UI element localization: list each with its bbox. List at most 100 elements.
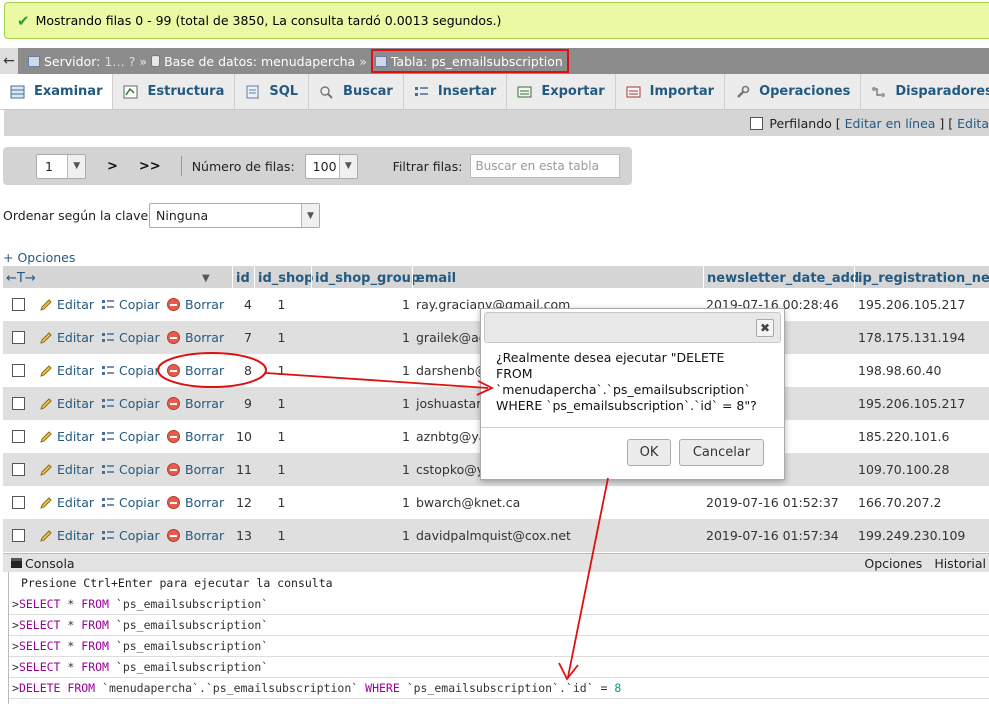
edit-action[interactable]: Editar xyxy=(39,387,94,420)
edit-action[interactable]: Editar xyxy=(39,519,94,552)
cell-id-shop-group[interactable]: 1 xyxy=(311,486,410,519)
cell-id-shop[interactable]: 1 xyxy=(254,321,309,354)
cell-id-shop[interactable]: 1 xyxy=(254,387,309,420)
filter-input[interactable]: Buscar en esta tabla xyxy=(470,154,621,178)
row-checkbox[interactable] xyxy=(12,331,25,344)
close-icon[interactable]: ✖ xyxy=(756,319,774,337)
header-ip-registration[interactable]: ip_registration_news xyxy=(854,266,989,290)
cell-id[interactable]: 13 xyxy=(232,519,252,552)
cell-ip[interactable]: 185.220.101.6 xyxy=(858,420,988,453)
back-arrow-icon[interactable]: ← xyxy=(0,48,18,74)
tab-insertar[interactable]: Insertar xyxy=(404,74,508,109)
delete-action[interactable]: Borrar xyxy=(167,321,224,354)
cell-id-shop-group[interactable]: 1 xyxy=(311,420,410,453)
profiling-checkbox[interactable] xyxy=(750,116,764,130)
next-page-button[interactable]: > xyxy=(107,159,118,174)
console-body[interactable]: Presione Ctrl+Enter para ejecutar la con… xyxy=(8,572,989,704)
cell-id[interactable]: 11 xyxy=(232,453,252,486)
cell-email[interactable]: davidpalmquist@cox.net xyxy=(416,519,701,552)
cell-id-shop[interactable]: 1 xyxy=(254,420,309,453)
cell-id-shop-group[interactable]: 1 xyxy=(311,288,410,321)
copy-action[interactable]: Copiar xyxy=(101,453,160,486)
delete-action[interactable]: Borrar xyxy=(167,486,224,519)
console-query-line[interactable]: > SELECT * FROM `ps_emailsubscription` xyxy=(9,636,989,657)
cell-id[interactable]: 7 xyxy=(232,321,252,354)
edit-action[interactable]: Editar xyxy=(39,420,94,453)
cell-ip[interactable]: 195.206.105.217 xyxy=(858,288,988,321)
column-resize-control[interactable]: ←T→ xyxy=(3,266,36,290)
cell-id-shop[interactable]: 1 xyxy=(254,288,309,321)
rows-select[interactable]: 100 ▼ xyxy=(304,153,358,179)
copy-action[interactable]: Copiar xyxy=(101,486,160,519)
cell-id-shop[interactable]: 1 xyxy=(254,354,309,387)
cell-id[interactable]: 8 xyxy=(232,354,252,387)
copy-action[interactable]: Copiar xyxy=(101,288,160,321)
cell-id-shop-group[interactable]: 1 xyxy=(311,519,410,552)
delete-action[interactable]: Borrar xyxy=(167,387,224,420)
console-query-line[interactable]: > SELECT * FROM `ps_emailsubscription` xyxy=(9,615,989,636)
sort-chevron-icon[interactable]: ▼ xyxy=(199,266,210,290)
last-page-button[interactable]: >> xyxy=(139,159,161,174)
row-checkbox[interactable] xyxy=(12,463,25,476)
edit-action[interactable]: Editar xyxy=(39,321,94,354)
cell-ip[interactable]: 199.249.230.109 xyxy=(858,519,988,552)
copy-action[interactable]: Copiar xyxy=(101,354,160,387)
delete-action[interactable]: Borrar xyxy=(167,420,224,453)
cell-id[interactable]: 12 xyxy=(232,486,252,519)
cell-ip[interactable]: 109.70.100.28 xyxy=(858,453,988,486)
header-id-shop[interactable]: id_shop xyxy=(254,266,314,290)
console-query-line[interactable]: > SELECT * FROM `ps_emailsubscription` xyxy=(9,594,989,615)
cell-ip[interactable]: 166.70.207.2 xyxy=(858,486,988,519)
row-checkbox[interactable] xyxy=(12,397,25,410)
delete-action[interactable]: Borrar xyxy=(167,354,224,387)
cell-ip[interactable]: 198.98.60.40 xyxy=(858,354,988,387)
cell-ip[interactable]: 195.206.105.217 xyxy=(858,387,988,420)
cell-date[interactable]: 2019-07-16 01:52:37 xyxy=(706,486,851,519)
copy-action[interactable]: Copiar xyxy=(101,420,160,453)
cell-id-shop[interactable]: 1 xyxy=(254,453,309,486)
header-email[interactable]: email xyxy=(412,266,703,290)
cancel-button[interactable]: Cancelar xyxy=(679,439,764,466)
tab-buscar[interactable]: Buscar xyxy=(309,74,404,109)
edit-action[interactable]: Editar xyxy=(39,453,94,486)
row-checkbox[interactable] xyxy=(12,364,25,377)
cell-id-shop-group[interactable]: 1 xyxy=(311,354,410,387)
breadcrumb-server[interactable]: Servidor: 1… ? xyxy=(28,54,135,69)
header-id[interactable]: id xyxy=(232,266,254,290)
cell-id-shop[interactable]: 1 xyxy=(254,519,309,552)
breadcrumb-database[interactable]: Base de datos: menudapercha xyxy=(151,54,355,69)
tab-estructura[interactable]: Estructura xyxy=(113,74,236,109)
cell-id-shop-group[interactable]: 1 xyxy=(311,387,410,420)
tab-examinar[interactable]: Examinar xyxy=(0,74,114,109)
row-checkbox[interactable] xyxy=(12,298,25,311)
ok-button[interactable]: OK xyxy=(627,439,671,466)
cell-id[interactable]: 9 xyxy=(232,387,252,420)
header-id-shop-group[interactable]: id_shop_group xyxy=(311,266,420,290)
delete-action[interactable]: Borrar xyxy=(167,519,224,552)
cell-id-shop[interactable]: 1 xyxy=(254,486,309,519)
delete-action[interactable]: Borrar xyxy=(167,288,224,321)
cell-id-shop-group[interactable]: 1 xyxy=(311,321,410,354)
tab-exportar[interactable]: Exportar xyxy=(507,74,616,109)
edit-action[interactable]: Editar xyxy=(39,354,94,387)
cell-id-shop-group[interactable]: 1 xyxy=(311,453,410,486)
breadcrumb-table[interactable]: Tabla: ps_emailsubscription xyxy=(370,49,569,73)
cell-email[interactable]: bwarch@knet.ca xyxy=(416,486,701,519)
console-delete-line[interactable]: > DELETE FROM `menudapercha`.`ps_emailsub… xyxy=(9,678,989,699)
tab-disparadores[interactable]: Disparadores xyxy=(861,74,989,109)
tab-operaciones[interactable]: Operaciones xyxy=(725,74,862,109)
copy-action[interactable]: Copiar xyxy=(101,387,160,420)
row-checkbox[interactable] xyxy=(12,430,25,443)
edit-link[interactable]: Edita xyxy=(957,116,989,131)
console-query-line[interactable]: > SELECT * FROM `ps_emailsubscription` xyxy=(9,657,989,678)
tab-sql[interactable]: SQL xyxy=(235,74,310,109)
edit-action[interactable]: Editar xyxy=(39,288,94,321)
edit-inline-link[interactable]: Editar en línea xyxy=(845,116,936,131)
header-newsletter-date-add[interactable]: newsletter_date_add xyxy=(703,266,859,290)
cell-date[interactable]: 2019-07-16 01:57:34 xyxy=(706,519,851,552)
console-history[interactable]: Historial xyxy=(934,556,986,571)
sort-select[interactable]: Ninguna ▼ xyxy=(149,203,320,228)
console-options[interactable]: Opciones xyxy=(864,556,922,571)
row-checkbox[interactable] xyxy=(12,496,25,509)
copy-action[interactable]: Copiar xyxy=(101,519,160,552)
